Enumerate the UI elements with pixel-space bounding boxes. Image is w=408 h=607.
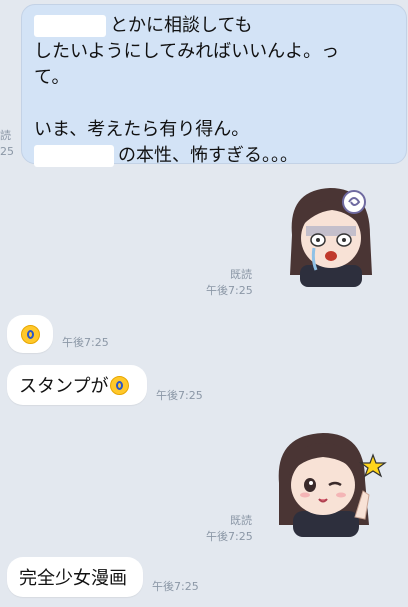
message-bubble-incoming[interactable]: [7, 315, 53, 353]
laughing-emoji-icon: [20, 324, 40, 344]
message-line-1: とかに相談しても: [34, 13, 396, 39]
timestamp: 午後7:25: [152, 580, 199, 593]
message-text: スタンプが: [19, 376, 109, 397]
laughing-emoji-icon: [110, 375, 130, 395]
timestamp: 午後7:25: [156, 389, 203, 402]
anime-girl-crying-sticker: [290, 188, 372, 287]
timestamp: 25: [0, 145, 14, 158]
read-receipt: 既読: [230, 514, 252, 527]
message-bubble-incoming[interactable]: 完全少女漫画: [7, 557, 143, 597]
timestamp: 午後7:25: [206, 284, 253, 297]
redacted-name: [34, 15, 106, 37]
message-line-5: の本性、怖すぎる。。。: [34, 143, 396, 169]
message-line-4: いま、考えたら有り得ん。: [34, 119, 250, 140]
message-bubble-incoming[interactable]: スタンプが: [7, 365, 147, 405]
message-text: 完全少女漫画: [19, 568, 127, 589]
read-receipt: 読: [0, 129, 11, 142]
message-line-3: て。: [34, 67, 70, 88]
timestamp: 午後7:25: [206, 530, 253, 543]
read-receipt: 既読: [230, 268, 252, 281]
sticker-image[interactable]: [265, 425, 390, 537]
redacted-name: [34, 145, 114, 167]
timestamp: 午後7:25: [62, 336, 109, 349]
anime-girl-wink-sticker: [278, 433, 387, 537]
message-bubble-outgoing[interactable]: とかに相談しても したいようにしてみればいいんよ。っ て。 いま、考えたら有り得…: [21, 4, 407, 167]
message-line-2: したいようにしてみればいいんよ。っ: [34, 41, 340, 62]
sticker-image[interactable]: [270, 180, 390, 290]
